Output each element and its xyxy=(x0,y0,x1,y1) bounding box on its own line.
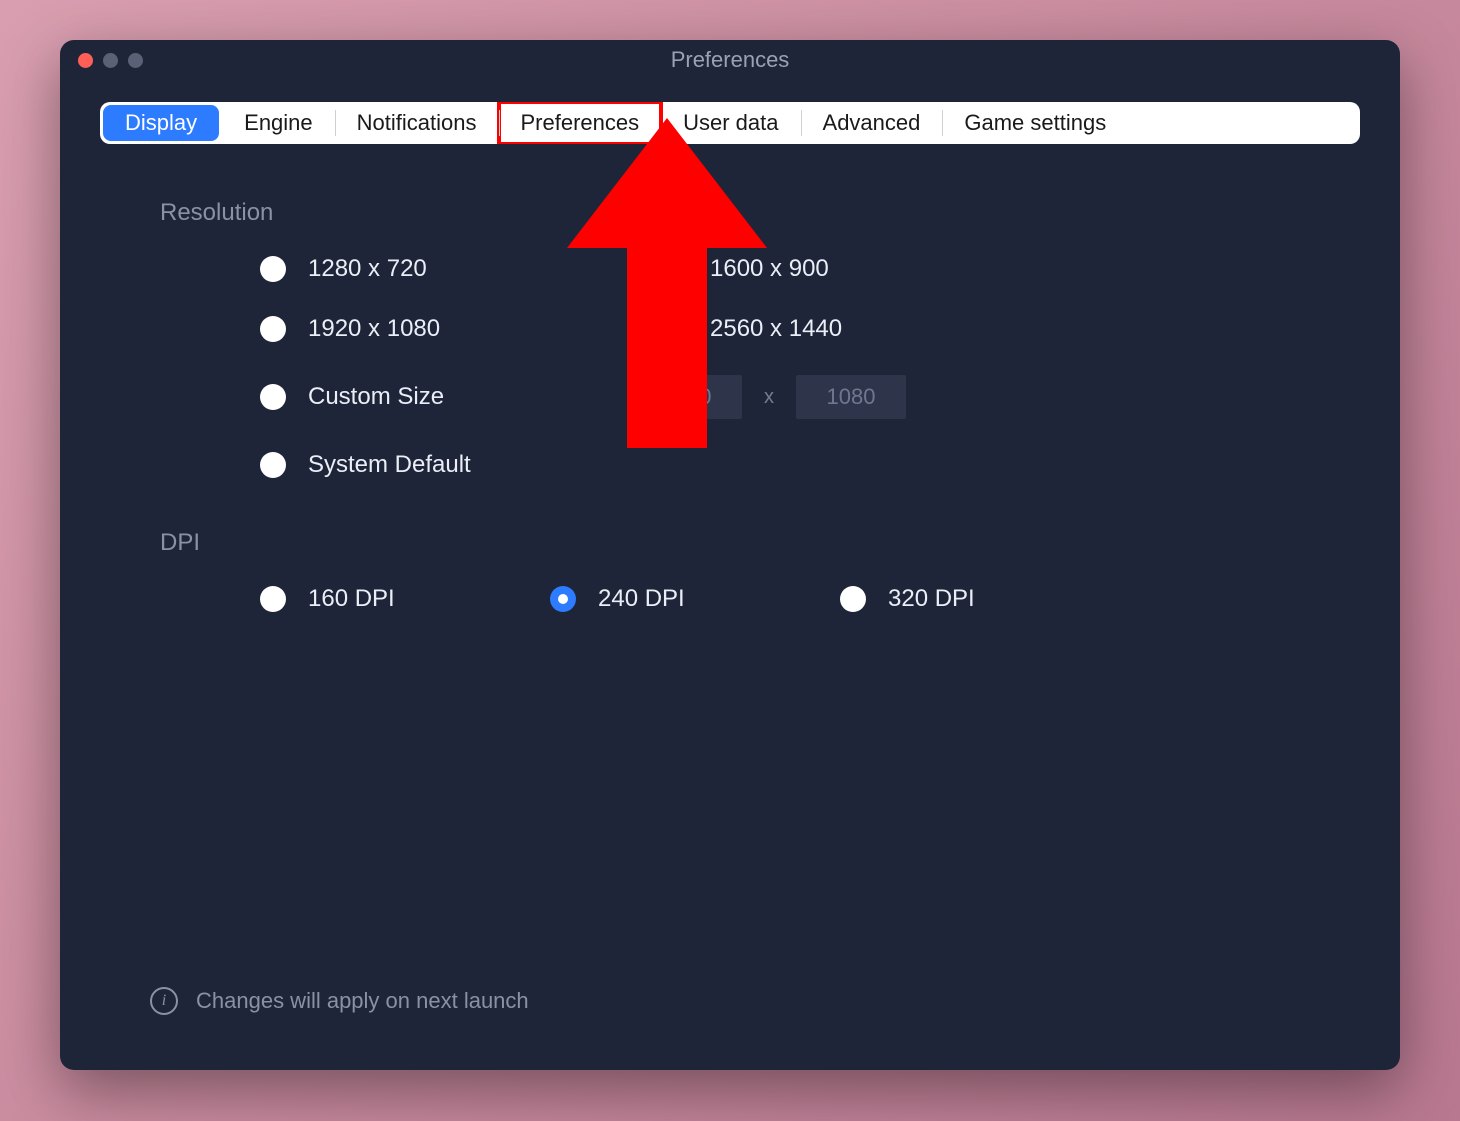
tab-advanced[interactable]: Advanced xyxy=(801,102,943,144)
custom-width-input[interactable] xyxy=(632,375,742,419)
radio-1600x900[interactable] xyxy=(662,256,688,282)
dpi-label: 160 DPI xyxy=(308,585,395,613)
dpi-label: 320 DPI xyxy=(888,585,975,613)
resolution-heading: Resolution xyxy=(160,199,1310,227)
custom-height-input[interactable] xyxy=(796,375,906,419)
custom-size-inputs: x xyxy=(632,375,906,419)
dpi-heading: DPI xyxy=(160,529,1310,557)
window-title: Preferences xyxy=(60,47,1400,73)
content-area: Resolution 1280 x 720 1600 x 900 1920 x … xyxy=(60,144,1400,1070)
minimize-button[interactable] xyxy=(103,53,118,68)
footer-note: i Changes will apply on next launch xyxy=(150,987,529,1015)
close-button[interactable] xyxy=(78,53,93,68)
radio-custom-size[interactable] xyxy=(260,384,286,410)
x-separator: x xyxy=(764,386,774,409)
tab-bar: Display Engine Notifications Preferences… xyxy=(100,102,1360,144)
resolution-label: 2560 x 1440 xyxy=(710,315,842,343)
resolution-label: Custom Size xyxy=(308,383,444,411)
resolution-label: System Default xyxy=(308,451,471,479)
tab-user-data[interactable]: User data xyxy=(661,102,800,144)
tab-engine[interactable]: Engine xyxy=(222,102,335,144)
resolution-label: 1920 x 1080 xyxy=(308,315,440,343)
radio-240dpi[interactable] xyxy=(550,586,576,612)
radio-320dpi[interactable] xyxy=(840,586,866,612)
radio-2560x1440[interactable] xyxy=(662,316,688,342)
tab-game-settings[interactable]: Game settings xyxy=(942,102,1128,144)
resolution-options: 1280 x 720 1600 x 900 1920 x 1080 2560 x… xyxy=(160,255,1310,479)
tab-display[interactable]: Display xyxy=(103,105,219,141)
radio-160dpi[interactable] xyxy=(260,586,286,612)
radio-system-default[interactable] xyxy=(260,452,286,478)
resolution-label: 1280 x 720 xyxy=(308,255,427,283)
dpi-label: 240 DPI xyxy=(598,585,685,613)
footer-text: Changes will apply on next launch xyxy=(196,988,529,1014)
info-icon: i xyxy=(150,987,178,1015)
traffic-lights xyxy=(60,53,143,68)
radio-1280x720[interactable] xyxy=(260,256,286,282)
tab-notifications[interactable]: Notifications xyxy=(335,102,499,144)
titlebar: Preferences xyxy=(60,40,1400,80)
radio-1920x1080[interactable] xyxy=(260,316,286,342)
preferences-window: Preferences Display Engine Notifications… xyxy=(60,40,1400,1070)
maximize-button[interactable] xyxy=(128,53,143,68)
resolution-label: 1600 x 900 xyxy=(710,255,829,283)
tab-preferences[interactable]: Preferences xyxy=(499,102,662,144)
dpi-options: 160 DPI 240 DPI 320 DPI xyxy=(160,585,1310,613)
